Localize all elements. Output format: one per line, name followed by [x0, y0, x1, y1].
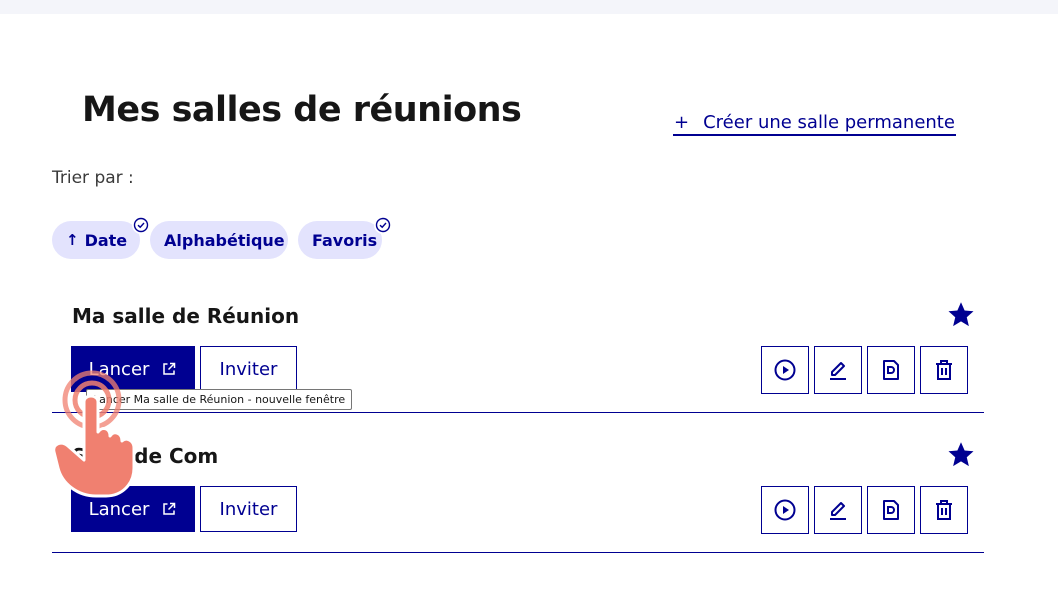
play-icon [774, 359, 796, 381]
delete-button[interactable] [920, 346, 968, 394]
sort-label: Trier par : [52, 168, 134, 188]
trash-icon [936, 500, 952, 520]
edit-button[interactable] [814, 346, 862, 394]
document-icon [883, 500, 899, 520]
trash-icon [936, 360, 952, 380]
room-card: Salle de Com Lancer Inviter [52, 430, 984, 553]
launch-label: Lancer [88, 498, 150, 520]
launch-label: Lancer [88, 358, 150, 380]
document-button[interactable] [867, 346, 915, 394]
edit-icon [830, 502, 846, 520]
page-title: Mes salles de réunions [82, 90, 522, 130]
sort-alphabetical-label: Alphabétique [164, 230, 285, 250]
play-icon [774, 499, 796, 521]
create-room-label: Créer une salle permanente [703, 111, 955, 133]
favorite-star-icon[interactable] [946, 440, 976, 470]
top-bar [0, 0, 1058, 14]
external-link-icon [163, 362, 176, 375]
room-name: Salle de Com [72, 444, 219, 468]
launch-tooltip: Lancer Ma salle de Réunion - nouvelle fe… [86, 389, 353, 410]
launch-button[interactable]: Lancer [71, 486, 195, 532]
launch-button[interactable]: Lancer [71, 346, 195, 392]
sort-by-date-label: Date [84, 230, 128, 250]
room-name: Ma salle de Réunion [72, 304, 300, 328]
create-room-link[interactable]: + Créer une salle permanente [673, 110, 956, 136]
check-circle-icon [132, 216, 150, 234]
favorite-star-icon[interactable] [946, 300, 976, 330]
delete-button[interactable] [920, 486, 968, 534]
sort-by-date-tag[interactable]: ↑ Date [52, 216, 150, 259]
room-actions [761, 346, 968, 394]
sort-alphabetical-tag[interactable]: Alphabétique [150, 221, 288, 259]
play-button[interactable] [761, 486, 809, 534]
edit-icon [830, 362, 846, 380]
arrow-up-icon: ↑ [66, 231, 79, 249]
play-button[interactable] [761, 346, 809, 394]
room-actions [761, 486, 968, 534]
sort-options: ↑ Date Alphabétique Favoris [52, 216, 392, 259]
invite-button[interactable]: Inviter [200, 346, 297, 392]
document-icon [883, 360, 899, 380]
edit-button[interactable] [814, 486, 862, 534]
external-link-icon [163, 502, 176, 515]
document-button[interactable] [867, 486, 915, 534]
plus-icon: + [674, 111, 690, 133]
check-circle-icon [374, 216, 392, 234]
sort-favorites-label: Favoris [312, 230, 378, 250]
invite-button[interactable]: Inviter [200, 486, 297, 532]
sort-favorites-tag[interactable]: Favoris [298, 216, 392, 259]
